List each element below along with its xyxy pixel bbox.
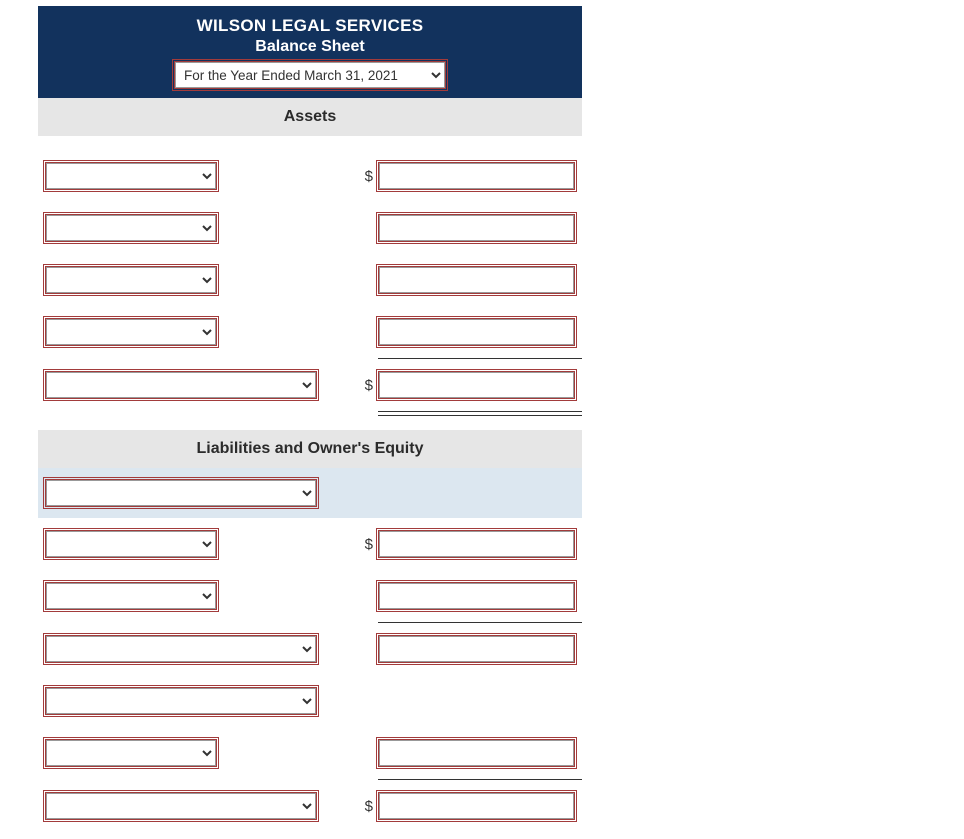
liab-equity-section-head: Liabilities and Owner's Equity [38,430,582,468]
assets-section-head: Assets [38,98,582,136]
amount-input[interactable] [379,163,574,189]
equity-group-row [38,675,582,727]
asset-row: $ [38,150,582,202]
asset-row [38,306,582,358]
amount-input[interactable] [379,267,574,293]
total-liab-equity-row: $ [38,780,582,832]
grand-total-rule [378,411,582,416]
sheet-header: WILSON LEGAL SERVICES Balance Sheet For … [38,6,582,98]
total-liabilities-row [38,623,582,675]
amount-input[interactable] [379,215,574,241]
total-liabilities-select[interactable] [46,636,316,662]
page: WILSON LEGAL SERVICES Balance Sheet For … [0,0,964,839]
currency-symbol: $ [354,168,379,185]
account-select[interactable] [46,319,216,345]
liability-row: $ [38,518,582,570]
account-select[interactable] [46,163,216,189]
sheet-title: Balance Sheet [38,38,582,56]
period-select[interactable]: For the Year Ended March 31, 2021 [175,62,445,88]
amount-input[interactable] [379,319,574,345]
liability-row [38,570,582,622]
currency-symbol: $ [354,798,379,815]
currency-symbol: $ [354,536,379,553]
amount-input[interactable] [379,636,574,662]
amount-input[interactable] [379,793,574,819]
account-select[interactable] [46,531,216,557]
liabilities-subsection [38,468,582,518]
account-select[interactable] [46,267,216,293]
liab-equity-rows: $ [38,518,582,832]
liabilities-group-select[interactable] [46,480,316,506]
asset-row [38,254,582,306]
equity-group-select[interactable] [46,688,316,714]
amount-input[interactable] [379,372,574,398]
assets-total-row: $ [38,359,582,411]
assets-rows: $ [38,150,582,416]
currency-symbol: $ [354,377,379,394]
company-name: WILSON LEGAL SERVICES [38,16,582,36]
account-select[interactable] [46,215,216,241]
amount-input[interactable] [379,740,574,766]
total-assets-select[interactable] [46,372,316,398]
equity-row [38,727,582,779]
total-liab-equity-select[interactable] [46,793,316,819]
asset-row [38,202,582,254]
amount-input[interactable] [379,583,574,609]
balance-sheet: WILSON LEGAL SERVICES Balance Sheet For … [38,6,582,832]
account-select[interactable] [46,740,216,766]
amount-input[interactable] [379,531,574,557]
account-select[interactable] [46,583,216,609]
